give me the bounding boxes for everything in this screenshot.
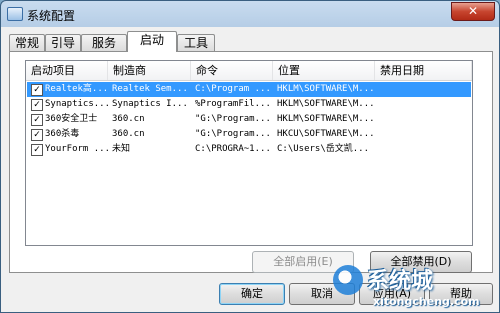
title-bar[interactable]: 系统配置 ✕ [1,1,499,27]
cell-command: %ProgramFil... [195,99,271,109]
column-header-maker[interactable]: 制造商 [108,61,191,80]
cell-command: C:\Program ... [195,84,271,94]
list-header: 启动项目 制造商 命令 位置 禁用日期 [26,61,472,81]
cell-command: C:\PROGRA~1... [195,144,271,154]
watermark-url: xitongcheng.com [373,295,480,308]
row-checkbox[interactable]: ✓ [31,114,43,126]
ok-button[interactable]: 确定 [219,283,285,305]
watermark: 系统城 xitongcheng.com [333,263,493,312]
cell-location: HKLM\SOFTWARE\M... [277,99,373,109]
cell-item: 360安全卫士 [45,114,98,124]
table-row[interactable]: ✓ 360杀毒 360.cn "G:\Program... HKCU\SOFTW… [27,127,471,142]
column-header-disabled-date[interactable]: 禁用日期 [375,61,472,80]
table-row[interactable]: ✓ YourForm ... 未知 C:\PROGRA~1... C:\User… [27,142,471,157]
msconfig-icon [7,7,23,21]
startup-panel: 启动项目 制造商 命令 位置 禁用日期 ✓ Realtek高... Realte… [9,51,493,273]
cell-disabled-date [379,97,469,112]
cell-maker: 360.cn [112,114,145,124]
tab-boot[interactable]: 引导 [45,34,81,51]
cell-item: 360杀毒 [45,129,80,139]
cell-maker: Realtek Sem... [112,84,188,94]
cell-location: C:\Users\岳文凯... [277,144,370,154]
cell-command: "G:\Program... [195,129,271,139]
cell-disabled-date [379,127,469,142]
tab-startup[interactable]: 启动 [127,31,177,52]
cell-maker: Synaptics I... [112,99,188,109]
cell-location: HKCU\SOFTWARE\M... [277,129,373,139]
column-header-location[interactable]: 位置 [273,61,375,80]
table-row[interactable]: ✓ 360安全卫士 360.cn "G:\Program... HKLM\SOF… [27,112,471,127]
close-button[interactable]: ✕ [451,2,495,21]
cell-command: "G:\Program... [195,114,271,124]
column-header-command[interactable]: 命令 [191,61,273,80]
cell-disabled-date [379,82,469,97]
tab-tools[interactable]: 工具 [177,34,215,51]
cell-maker: 未知 [112,144,131,154]
row-checkbox[interactable]: ✓ [31,99,43,111]
table-row[interactable]: ✓ Synaptics... Synaptics I... %ProgramFi… [27,97,471,112]
row-checkbox[interactable]: ✓ [31,144,43,156]
cell-disabled-date [379,112,469,127]
system-config-window: 系统配置 ✕ 常规 引导 服务 启动 工具 启动项目 制造商 命令 位置 禁用日… [0,0,500,313]
tab-general[interactable]: 常规 [9,34,45,51]
xitongcheng-logo-icon [333,265,363,295]
table-row[interactable]: ✓ Realtek高... Realtek Sem... C:\Program … [27,82,471,97]
cell-location: HKLM\SOFTWARE\M... [277,114,373,124]
column-header-item[interactable]: 启动项目 [26,61,108,80]
cell-item: Synaptics... [45,99,108,109]
cell-location: HKLM\SOFTWARE\M... [277,84,373,94]
tab-services[interactable]: 服务 [81,34,127,51]
row-checkbox[interactable]: ✓ [31,84,43,96]
window-title: 系统配置 [27,9,76,23]
cell-item: Realtek高... [45,84,108,94]
cell-disabled-date [379,142,469,157]
cell-item: YourForm ... [45,144,108,154]
row-checkbox[interactable]: ✓ [31,129,43,141]
cell-maker: 360.cn [112,129,145,139]
watermark-brand: 系统城 [367,269,434,294]
startup-list[interactable]: 启动项目 制造商 命令 位置 禁用日期 ✓ Realtek高... Realte… [25,60,473,246]
